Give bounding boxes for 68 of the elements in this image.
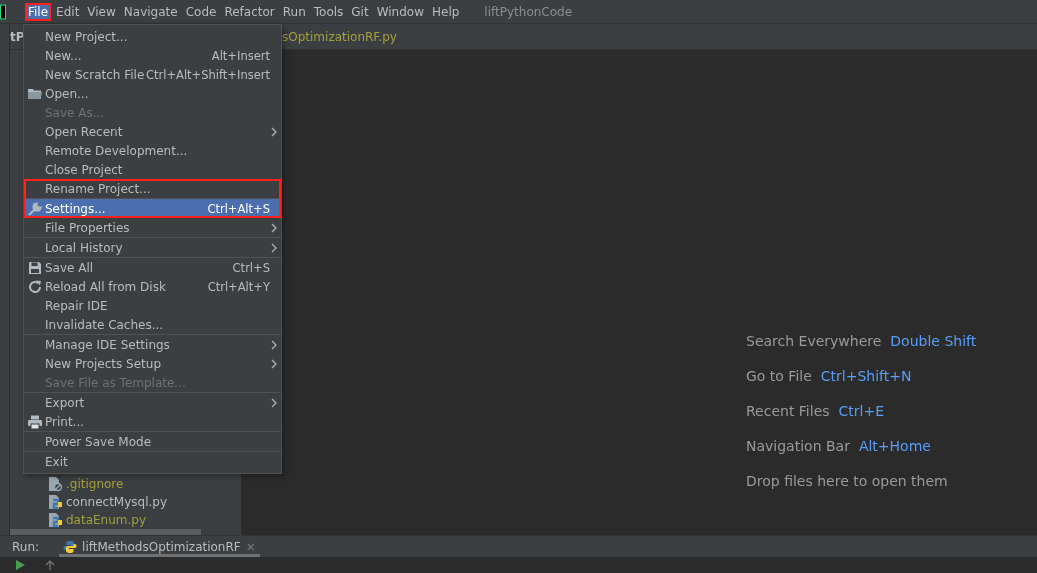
chevron-right-icon: [271, 126, 277, 137]
printer-icon: [26, 413, 43, 430]
chevron-right-icon: [271, 397, 277, 408]
menu-item[interactable]: Print...: [24, 412, 281, 431]
menu-item[interactable]: Repair IDE: [24, 296, 281, 315]
menu-item[interactable]: Export: [24, 393, 281, 412]
scrollbar[interactable]: [10, 529, 201, 535]
menu-item[interactable]: New Project...: [24, 27, 281, 46]
tree-item[interactable]: .gitignore: [47, 475, 124, 493]
menu-item[interactable]: Save All Ctrl+S: [24, 258, 281, 277]
chevron-right-icon: [271, 358, 277, 369]
shortcut-text: Alt+Home: [858, 437, 931, 456]
menu-item[interactable]: Local History: [24, 238, 281, 257]
menu-item[interactable]: Reload All from Disk Ctrl+Alt+Y: [24, 277, 281, 296]
run-label: Run:: [12, 539, 40, 554]
tree-item[interactable]: connectMysql.py: [47, 493, 168, 511]
window-title: liftPythonCode: [484, 4, 573, 19]
menu-item[interactable]: Refactor: [221, 2, 278, 21]
menu-item[interactable]: Exit: [24, 452, 281, 471]
menu-item[interactable]: Remote Development...: [24, 141, 281, 160]
menu-item[interactable]: Power Save Mode: [24, 432, 281, 451]
menu-item[interactable]: New Projects Setup: [24, 354, 281, 373]
menu-item[interactable]: New Scratch FileCtrl+Alt+Shift+Insert: [24, 65, 281, 84]
menu-item[interactable]: Navigate: [120, 2, 181, 21]
hint-text: Drop files here to open them: [746, 472, 948, 491]
shortcut-text: Ctrl+Shift+N: [820, 367, 912, 386]
panel-title: tP: [10, 29, 25, 44]
run-tab[interactable]: liftMethodsOptimizationRF ×: [59, 536, 260, 557]
reload-icon: [26, 278, 43, 295]
shortcut-text: Ctrl+E: [838, 402, 885, 421]
menu-item[interactable]: Close Project: [24, 160, 281, 179]
chevron-right-icon: [271, 222, 277, 233]
menu-item[interactable]: Open Recent: [24, 122, 281, 141]
chevron-right-icon: [271, 242, 277, 253]
python-file-icon: [47, 494, 63, 510]
menu-item[interactable]: Invalidate Caches...: [24, 315, 281, 334]
menu-item[interactable]: Edit: [53, 2, 83, 21]
menu-item[interactable]: View: [84, 2, 119, 21]
hint-text: Go to File: [746, 367, 812, 386]
hint-text: Search Everywhere: [746, 332, 882, 351]
file-name: dataEnum.py: [66, 513, 147, 527]
chevron-right-icon: [271, 339, 277, 350]
menu-item[interactable]: File: [25, 2, 52, 21]
play-icon[interactable]: [14, 559, 26, 571]
menu-item[interactable]: Code: [182, 2, 220, 21]
file-name: .gitignore: [66, 477, 124, 491]
hint-text: Recent Files: [746, 402, 830, 421]
menu-item[interactable]: Open...: [24, 84, 281, 103]
ignored-file-icon: [47, 476, 63, 492]
hint-text: Navigation Bar: [746, 437, 850, 456]
tree-item[interactable]: dataEnum.py: [47, 511, 147, 529]
menu-item[interactable]: Manage IDE Settings: [24, 335, 281, 354]
menu-item[interactable]: Settings... Ctrl+Alt+S: [24, 199, 281, 218]
app-logo-icon: [0, 3, 6, 20]
wrench-icon: [26, 200, 43, 217]
file-name: connectMysql.py: [66, 495, 168, 509]
shortcut-text: Double Shift: [890, 332, 977, 351]
menu-item[interactable]: File Properties: [24, 218, 281, 237]
menu-item[interactable]: Help: [429, 2, 463, 21]
menu-item[interactable]: Window: [373, 2, 427, 21]
menu-item[interactable]: Git: [348, 2, 372, 21]
python-icon: [63, 539, 78, 554]
up-arrow-icon[interactable]: [44, 559, 56, 571]
menu-item[interactable]: Run: [279, 2, 309, 21]
python-file-icon: [47, 512, 63, 528]
menu-item[interactable]: Rename Project...: [24, 179, 281, 198]
menu-item[interactable]: Tools: [310, 2, 347, 21]
menu-item[interactable]: New... Alt+Insert: [24, 46, 281, 65]
